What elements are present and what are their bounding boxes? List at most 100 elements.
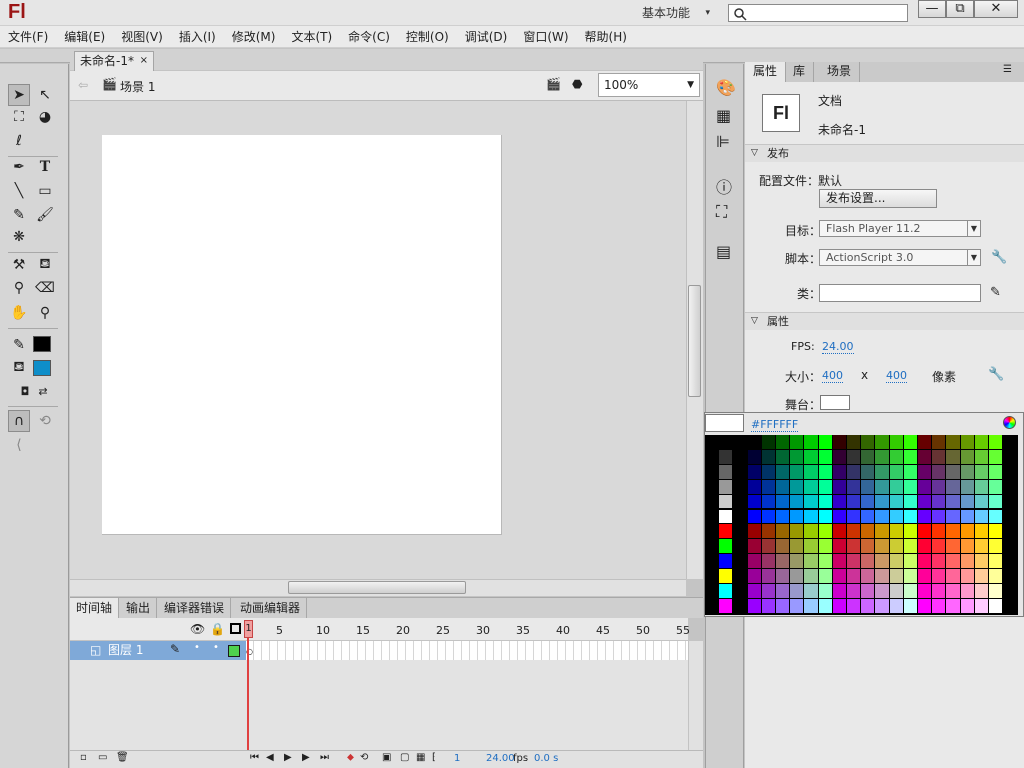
swatch-cell[interactable] (932, 479, 946, 494)
swatch-cell[interactable] (932, 584, 946, 598)
swatch-cell[interactable] (804, 524, 818, 539)
menu-help[interactable]: 帮助(H) (577, 26, 635, 48)
swatch-cell[interactable] (832, 584, 846, 598)
swatch-cell[interactable] (960, 509, 974, 524)
swatch-cell[interactable] (761, 449, 775, 464)
swatch-cell[interactable] (974, 435, 988, 449)
swatch-cell[interactable] (804, 554, 818, 569)
swatch-cell[interactable] (747, 554, 761, 569)
swatch-cell[interactable] (719, 539, 733, 554)
swatch-cell[interactable] (918, 584, 932, 598)
swatch-cell[interactable] (747, 449, 761, 464)
menu-commands[interactable]: 命令(C) (340, 26, 398, 48)
fps-value[interactable]: 24.00 (822, 340, 854, 354)
swatch-cell[interactable] (889, 539, 903, 554)
eye-icon[interactable]: 👁 (190, 622, 205, 636)
swatch-cell[interactable] (761, 539, 775, 554)
smooth-icon[interactable]: ⟲ (34, 410, 56, 432)
swatch-cell[interactable] (847, 584, 861, 598)
swatch-cell[interactable] (832, 509, 846, 524)
swatch-cell[interactable] (761, 598, 775, 613)
swatch-cell[interactable] (889, 449, 903, 464)
swatch-cell[interactable] (889, 509, 903, 524)
close-button[interactable]: ✕ (974, 0, 1018, 18)
swatch-cell[interactable] (974, 569, 988, 583)
swatches-panel-icon[interactable]: ▦ (716, 106, 731, 125)
swatch-cell[interactable] (761, 494, 775, 509)
swatch-cell[interactable] (818, 569, 832, 583)
playhead-line[interactable] (247, 622, 249, 750)
swatch-cell[interactable] (946, 479, 960, 494)
menu-window[interactable]: 窗口(W) (515, 26, 576, 48)
swatch-cell[interactable] (719, 464, 733, 479)
swatch-cell[interactable] (747, 509, 761, 524)
swatch-cell[interactable] (903, 539, 917, 554)
swatch-cell[interactable] (861, 464, 875, 479)
free-transform-tool-icon[interactable]: ⛶ (8, 106, 30, 128)
stroke-color-swatch[interactable] (33, 336, 51, 352)
swatch-cell[interactable] (918, 539, 932, 554)
swatch-cell[interactable] (818, 494, 832, 509)
swatch-cell[interactable] (989, 554, 1003, 569)
swap-colors-icon[interactable]: ⇄ (32, 380, 54, 402)
3d-rotation-tool-icon[interactable]: ◕ (34, 106, 56, 128)
swatch-cell[interactable] (989, 598, 1003, 613)
swatch-cell[interactable] (932, 554, 946, 569)
playhead-marker[interactable]: 1 (244, 620, 253, 638)
swatch-cell[interactable] (889, 569, 903, 583)
straighten-icon[interactable]: ⟨ (8, 434, 30, 456)
swatch-cell[interactable] (776, 539, 790, 554)
menu-debug[interactable]: 调试(D) (457, 26, 516, 48)
swatch-cell[interactable] (761, 524, 775, 539)
swatch-cell[interactable] (918, 479, 932, 494)
swatch-cell[interactable] (960, 449, 974, 464)
swatch-cell[interactable] (903, 509, 917, 524)
swatch-cell[interactable] (832, 569, 846, 583)
edit-scene-icon[interactable]: 🎬 (546, 77, 561, 91)
swatch-cell[interactable] (932, 598, 946, 613)
swatch-cell[interactable] (776, 598, 790, 613)
swatch-cell[interactable] (776, 494, 790, 509)
swatch-cell[interactable] (847, 569, 861, 583)
swatch-cell[interactable] (875, 554, 889, 569)
swatch-cell[interactable] (932, 509, 946, 524)
swatch-cell[interactable] (861, 435, 875, 449)
swatch-cell[interactable] (790, 569, 804, 583)
swatch-cell[interactable] (903, 449, 917, 464)
swatch-cell[interactable] (932, 449, 946, 464)
swatch-cell[interactable] (875, 435, 889, 449)
swatch-cell[interactable] (761, 584, 775, 598)
swatch-cell[interactable] (761, 479, 775, 494)
swatch-cell[interactable] (804, 569, 818, 583)
deco-tool-icon[interactable]: ❋ (8, 226, 30, 248)
swatch-cell[interactable] (790, 584, 804, 598)
document-tab[interactable]: 未命名-1* × (74, 51, 154, 71)
tab-output[interactable]: 输出 (120, 598, 158, 619)
layer-outline-color[interactable] (228, 645, 240, 657)
tab-timeline[interactable]: 时间轴 (70, 598, 120, 619)
swatch-cell[interactable] (790, 554, 804, 569)
swatch-cell[interactable] (918, 449, 932, 464)
swatch-cell[interactable] (747, 569, 761, 583)
swatch-cell[interactable] (875, 524, 889, 539)
swatch-cell[interactable] (747, 494, 761, 509)
swatch-cell[interactable] (932, 494, 946, 509)
swatch-cell[interactable] (974, 539, 988, 554)
swatch-cell[interactable] (960, 598, 974, 613)
brush-tool-icon[interactable]: 🖌 (34, 204, 56, 226)
swatch-cell[interactable] (989, 449, 1003, 464)
zoom-dropdown[interactable]: 100% (598, 73, 700, 97)
subselection-tool-icon[interactable]: ↖ (34, 84, 56, 106)
swatch-cell[interactable] (832, 464, 846, 479)
footer-fps[interactable]: 24.00 (486, 753, 515, 764)
swatch-cell[interactable] (960, 464, 974, 479)
onion-skin-icon[interactable]: ▣ (382, 752, 391, 763)
swatch-cell[interactable] (875, 464, 889, 479)
swatch-cell[interactable] (903, 569, 917, 583)
swatch-cell[interactable] (832, 539, 846, 554)
modify-markers-icon[interactable]: ⁅ (432, 752, 436, 763)
swatch-cell[interactable] (847, 509, 861, 524)
swatch-cell[interactable] (790, 435, 804, 449)
swatch-cell[interactable] (776, 479, 790, 494)
swatch-cell[interactable] (932, 524, 946, 539)
